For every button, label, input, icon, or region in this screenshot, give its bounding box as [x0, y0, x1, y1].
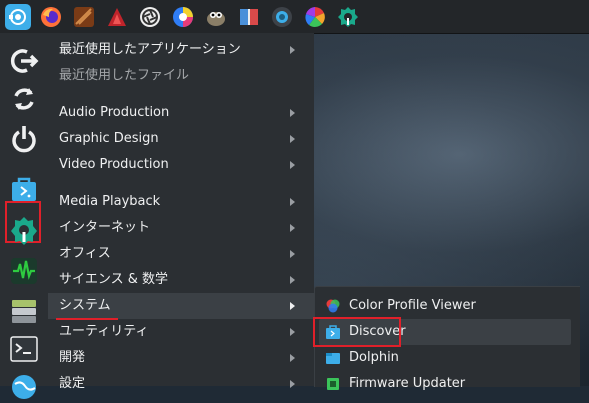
restart-icon[interactable]	[8, 83, 40, 115]
menu-item-office[interactable]: オフィス	[48, 241, 314, 267]
globe-icon[interactable]	[8, 371, 40, 403]
menu-item-label: 最近使用したアプリケーション	[59, 42, 241, 57]
chevron-right-icon	[290, 302, 295, 310]
submenu-item-label: Firmware Updater	[349, 376, 466, 391]
menu-item-label: ユーティリティ	[59, 324, 149, 339]
submenu-item-firmware-updater[interactable]: Firmware Updater	[319, 371, 571, 397]
disk-stack-icon[interactable]	[8, 295, 40, 327]
menu-item-recent-files[interactable]: 最近使用したファイル	[48, 63, 314, 89]
chevron-right-icon	[290, 46, 295, 54]
menu-item-label: Audio Production	[59, 105, 170, 120]
book-icon[interactable]	[236, 4, 262, 30]
menu-item-utilities[interactable]: ユーティリティ	[48, 319, 314, 345]
app-launcher-icon[interactable]	[5, 3, 31, 30]
game-icon[interactable]	[71, 4, 97, 30]
menu-item-label: 設定	[59, 376, 86, 391]
color-picker-icon[interactable]	[302, 4, 328, 30]
chevron-right-icon	[290, 161, 295, 169]
chevron-right-icon	[290, 109, 295, 117]
menu-item-label: インターネット	[59, 220, 151, 235]
menu-item-graphic-design[interactable]: Graphic Design	[48, 126, 314, 152]
red-triangle-icon[interactable]	[104, 4, 130, 30]
menu-item-label: Video Production	[59, 157, 169, 172]
aperture-icon[interactable]	[137, 4, 163, 30]
firmware-icon	[327, 378, 339, 390]
menu-item-label: Graphic Design	[59, 131, 159, 146]
chevron-right-icon	[290, 354, 295, 362]
menu-item-label: 開発	[59, 350, 86, 365]
menu-item-internet[interactable]: インターネット	[48, 215, 314, 241]
power-icon[interactable]	[8, 123, 40, 155]
chevron-right-icon	[290, 380, 295, 388]
menu-item-media-playback[interactable]: Media Playback	[48, 189, 314, 215]
logout-icon[interactable]	[8, 45, 40, 77]
color-wheel-icon[interactable]	[170, 4, 196, 30]
application-menu: 最近使用したアプリケーション 最近使用したファイル Audio Producti…	[48, 33, 314, 391]
menu-item-video-production[interactable]: Video Production	[48, 152, 314, 178]
menu-item-label: 最近使用したファイル	[59, 68, 190, 83]
dolphin-icon	[326, 353, 340, 364]
gimp-icon[interactable]	[203, 4, 229, 30]
menu-item-label: Media Playback	[59, 194, 161, 209]
chevron-right-icon	[290, 135, 295, 143]
circle-app-icon[interactable]	[269, 4, 295, 30]
color-profile-icon	[326, 299, 340, 313]
menu-item-label: サイエンス & 数学	[59, 272, 169, 287]
chevron-right-icon	[290, 198, 295, 206]
chevron-right-icon	[290, 328, 295, 336]
system-monitor-icon[interactable]	[8, 255, 40, 287]
menu-item-science-math[interactable]: サイエンス & 数学	[48, 267, 314, 293]
menu-item-system[interactable]: システム	[48, 293, 314, 319]
firefox-icon[interactable]	[38, 4, 64, 30]
chevron-right-icon	[290, 276, 295, 284]
submenu-item-label: Dolphin	[349, 350, 399, 365]
submenu-item-dolphin[interactable]: Dolphin	[319, 345, 571, 371]
taskbar	[0, 0, 589, 34]
submenu-item-color-profile-viewer[interactable]: Color Profile Viewer	[319, 293, 571, 319]
chevron-right-icon	[290, 224, 295, 232]
menu-item-label: オフィス	[59, 246, 111, 261]
menu-item-audio-production[interactable]: Audio Production	[48, 100, 314, 126]
menu-item-development[interactable]: 開発	[48, 345, 314, 371]
menu-item-label: システム	[59, 298, 111, 313]
system-settings-icon[interactable]	[8, 215, 40, 247]
submenu-item-label: Color Profile Viewer	[349, 298, 476, 313]
chevron-right-icon	[290, 250, 295, 258]
menu-item-settings[interactable]: 設定	[48, 371, 314, 397]
terminal-icon[interactable]	[8, 333, 40, 365]
favorites-sidebar	[0, 33, 48, 399]
settings-gear-icon[interactable]	[335, 4, 361, 30]
discover-highlight-box	[313, 317, 401, 347]
menu-item-recent-apps[interactable]: 最近使用したアプリケーション	[48, 37, 314, 63]
